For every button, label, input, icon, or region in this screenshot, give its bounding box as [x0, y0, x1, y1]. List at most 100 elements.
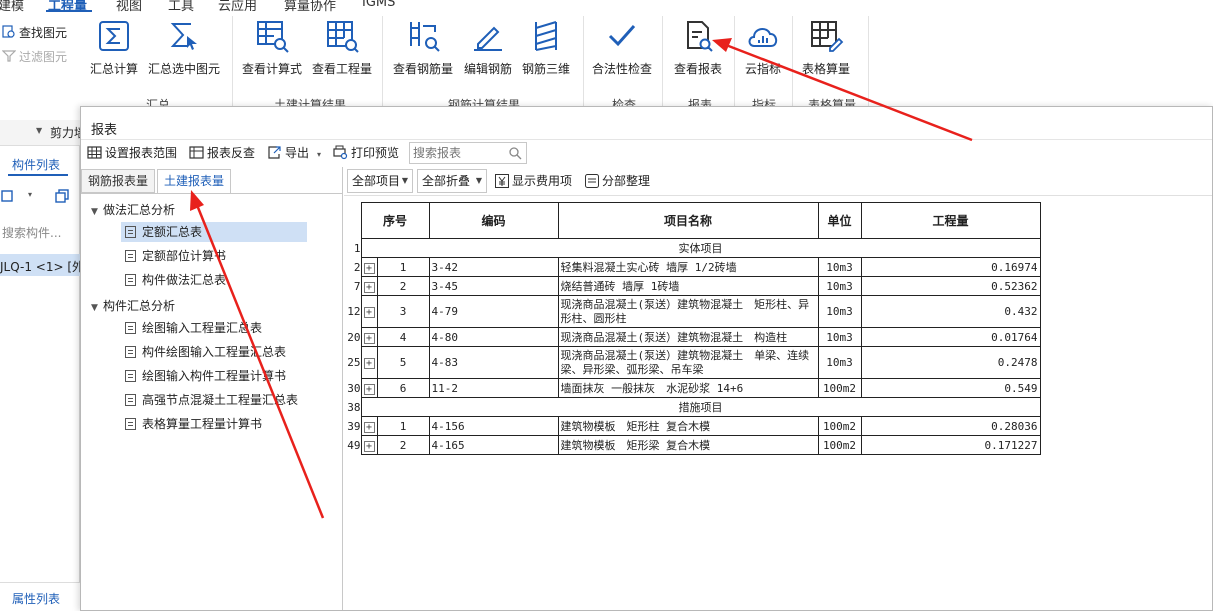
report-reverse-check-button[interactable]: 报表反查	[189, 144, 255, 161]
dialog-title: 报表	[91, 123, 118, 138]
expand-cell: +	[360, 346, 378, 379]
cell-name: 墙面抹灰 一般抹灰 水泥砂浆 14+6	[557, 378, 819, 398]
rebar-3d-button[interactable]: 钢筋三维	[511, 18, 581, 77]
menu-shitu[interactable]: 视图	[116, 0, 142, 12]
tree-category-component-summary[interactable]: ▼ 构件汇总分析	[91, 297, 175, 314]
menu-jianmo[interactable]: 建模	[0, 0, 24, 12]
cloud-index-button[interactable]: 云指标	[728, 18, 798, 77]
filter-element-tool[interactable]: 过滤图元	[2, 48, 67, 65]
dropdown-arrow-icon[interactable]: ▾	[28, 190, 32, 199]
cell-quantity: 0.432	[860, 295, 1041, 328]
cell-name: 现浇商品混凝土(泵送）建筑物混凝土 构造柱	[557, 327, 819, 347]
export-dropdown-icon[interactable]: ▾	[317, 150, 321, 159]
cell-name: 现浇商品混凝土(泵送）建筑物混凝土 单梁、连续梁、异形梁、弧形梁、吊车梁	[557, 346, 819, 379]
validity-check-button[interactable]: 合法性检查	[587, 18, 657, 77]
expand-plus-icon[interactable]: +	[363, 307, 375, 318]
tree-leaf-component-drawing-summary[interactable]: 构件绘图输入工程量汇总表	[121, 342, 290, 362]
expand-cell: +	[360, 416, 378, 436]
tree-leaf-quota-summary[interactable]: 定额汇总表	[121, 222, 307, 242]
row-number-header	[347, 202, 362, 239]
cell-seq: 6	[376, 378, 430, 398]
table-row[interactable]: 20 + 4 4-80 现浇商品混凝土(泵送）建筑物混凝土 构造柱 10m3 0…	[347, 327, 1041, 347]
find-element-tool[interactable]: 查找图元	[2, 24, 67, 41]
table-calc-button[interactable]: 表格算量	[791, 18, 861, 77]
collapse-caret-icon[interactable]: ▼	[91, 303, 103, 313]
tree-leaf-drawing-input-summary[interactable]: 绘图输入工程量汇总表	[121, 318, 266, 338]
collapse-caret-icon[interactable]: ▼	[91, 207, 103, 217]
tree-leaf-table-calc-book[interactable]: 表格算量工程量计算书	[121, 414, 266, 434]
ribbon-separator	[232, 16, 233, 112]
component-list-tab[interactable]: 构件列表	[12, 156, 60, 173]
grid-search-icon	[257, 21, 289, 53]
table-row[interactable]: 7 + 2 3-45 烧结普通砖 墙厚 1砖墙 10m3 0.52362	[347, 276, 1041, 296]
tree-leaf-quota-part-calc[interactable]: 定额部位计算书	[121, 246, 230, 266]
cell-quantity: 0.16974	[860, 257, 1041, 277]
document-icon	[125, 370, 136, 382]
ribbon-separator	[382, 16, 383, 112]
view-report-button[interactable]: 查看报表	[663, 18, 733, 77]
expand-cell: +	[360, 327, 378, 347]
expand-plus-icon[interactable]: +	[363, 440, 375, 452]
all-items-dropdown[interactable]: 全部项目 ▼	[347, 169, 413, 193]
menu-gongju[interactable]: 工具	[168, 0, 194, 12]
set-report-range-button[interactable]: 设置报表范围	[87, 144, 177, 161]
tree-leaf-drawing-component-calc[interactable]: 绘图输入构件工程量计算书	[121, 366, 290, 386]
cell-code: 4-79	[428, 295, 559, 328]
new-component-icon[interactable]	[0, 188, 16, 204]
table-row[interactable]: 49 + 2 4-165 建筑物模板 矩形梁 复合木模 100m2 0.1712…	[347, 435, 1041, 455]
menu-igms[interactable]: IGMS	[362, 0, 395, 10]
report-search-box[interactable]	[409, 142, 527, 164]
tab-divider	[81, 193, 342, 194]
tree-category-method-summary[interactable]: ▼ 做法汇总分析	[91, 201, 175, 218]
print-preview-button[interactable]: 打印预览	[333, 144, 399, 161]
menu-suanliangxiezuo[interactable]: 算量协作	[284, 0, 336, 12]
cell-code: 3-45	[428, 276, 559, 296]
header-name: 项目名称	[557, 202, 819, 239]
copy-icon[interactable]	[54, 188, 70, 204]
cell-quantity: 0.2478	[860, 346, 1041, 379]
cell-code: 4-80	[428, 327, 559, 347]
component-search-input[interactable]: 搜索构件...	[2, 224, 61, 241]
report-search-input[interactable]	[410, 143, 504, 163]
expand-plus-icon[interactable]: +	[363, 358, 375, 369]
table-row[interactable]: 39 + 1 4-156 建筑物模板 矩形柱 复合木模 100m2 0.2803…	[347, 416, 1041, 436]
property-list-tab[interactable]: 属性列表	[12, 590, 60, 607]
expand-plus-icon[interactable]: +	[363, 262, 375, 274]
view-rebar-button[interactable]: 查看钢筋量	[388, 18, 458, 77]
view-quantity-button[interactable]: 查看工程量	[307, 18, 377, 77]
section-sort-button[interactable]: 分部整理	[585, 172, 650, 189]
export-button[interactable]: 导出 ▾	[267, 144, 321, 161]
sum-selected-button[interactable]: 汇总选中图元	[148, 18, 220, 77]
pencil-icon	[474, 26, 502, 51]
tree-leaf-high-strength-node-summary[interactable]: 高强节点混凝土工程量汇总表	[121, 390, 302, 410]
expand-plus-icon[interactable]: +	[363, 281, 375, 293]
expand-plus-icon[interactable]: +	[363, 332, 375, 344]
view-formula-button[interactable]: 查看计算式	[237, 18, 307, 77]
document-icon	[125, 394, 136, 406]
cell-code: 3-42	[428, 257, 559, 277]
table-row[interactable]: 12 + 3 4-79 现浇商品混凝土(泵送）建筑物混凝土 矩形柱、异形柱、圆形…	[347, 295, 1041, 328]
table-section-row: 1 实体项目	[347, 238, 1041, 258]
section-title: 实体项目	[360, 238, 1041, 258]
table-row[interactable]: 25 + 5 4-83 现浇商品混凝土(泵送）建筑物混凝土 单梁、连续梁、异形梁…	[347, 346, 1041, 379]
tree-leaf-component-method-summary[interactable]: 构件做法汇总表	[121, 270, 230, 290]
tab-rebar-report[interactable]: 钢筋报表量	[81, 169, 156, 193]
cell-unit: 10m3	[817, 257, 862, 277]
collapse-all-dropdown[interactable]: 全部折叠 ▼	[417, 169, 487, 193]
show-cost-items-button[interactable]: 显示费用项	[495, 172, 572, 189]
chevron-down-icon: ▼	[401, 176, 408, 185]
table-row[interactable]: 30 + 6 11-2 墙面抹灰 一般抹灰 水泥砂浆 14+6 100m2 0.…	[347, 378, 1041, 398]
ribbon-separator	[583, 16, 584, 112]
cell-seq: 3	[376, 295, 430, 328]
tab-civil-report[interactable]: 土建报表量	[157, 169, 232, 194]
chevron-down-icon[interactable]: ▼	[36, 126, 42, 135]
cloud-chart-icon	[748, 28, 778, 47]
expand-plus-icon[interactable]: +	[363, 421, 375, 433]
sum-calc-button[interactable]: 汇总计算	[79, 18, 149, 77]
menu-yunyingyong[interactable]: 云应用	[218, 0, 257, 12]
document-icon	[125, 418, 136, 430]
search-icon[interactable]	[508, 146, 522, 160]
table-row[interactable]: 2 + 1 3-42 轻集料混凝土实心砖 墙厚 1/2砖墙 10m3 0.169…	[347, 257, 1041, 277]
expand-plus-icon[interactable]: +	[363, 383, 375, 395]
list-icon	[585, 174, 599, 188]
